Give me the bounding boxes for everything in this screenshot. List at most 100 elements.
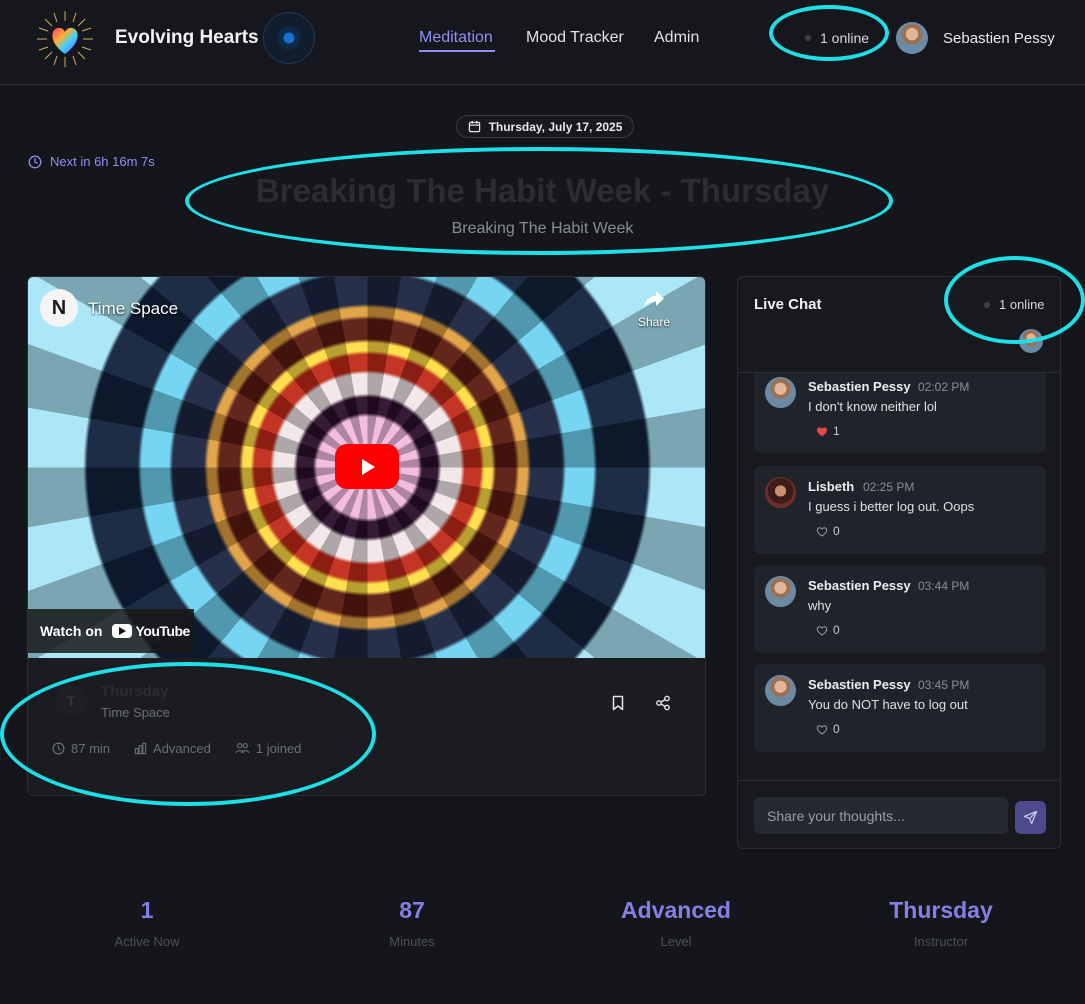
play-button[interactable]: [335, 444, 399, 489]
share-label: Share: [638, 315, 671, 329]
chat-title: Live Chat: [754, 296, 822, 313]
like-count: 0: [833, 623, 840, 637]
online-user-avatar[interactable]: [1019, 329, 1043, 353]
instructor-avatar: T: [55, 685, 87, 717]
send-button[interactable]: [1015, 801, 1046, 834]
status-dot-icon: [984, 301, 990, 308]
chat-message: Sebastien Pessy 03:44 PM why 0: [754, 565, 1046, 653]
chat-composer: [738, 780, 1060, 848]
like-button[interactable]: 0: [816, 524, 840, 538]
live-chat-panel: Live Chat 1 online Sebastien Pessy 02:02…: [737, 276, 1061, 849]
like-button[interactable]: 1: [816, 424, 840, 438]
video-share-button[interactable]: Share: [638, 289, 670, 329]
message-author[interactable]: Sebastien Pessy: [808, 677, 911, 692]
watch-on-youtube-link[interactable]: Watch on YouTube: [28, 609, 194, 653]
like-count: 0: [833, 524, 840, 538]
brand-name[interactable]: Evolving Hearts: [115, 27, 259, 49]
stat-value: Advanced: [621, 897, 731, 923]
clock-icon: [52, 742, 65, 755]
users-icon: [235, 743, 250, 754]
video-channel-name[interactable]: Time Space: [88, 299, 178, 319]
nav-meditation[interactable]: Meditation: [419, 29, 493, 47]
joined-text: 1 joined: [255, 741, 302, 756]
joined-stat: 1 joined: [235, 741, 302, 756]
watch-on-label: Watch on: [40, 623, 103, 639]
play-icon: [362, 458, 375, 475]
nav-active-underline: [419, 50, 495, 52]
heart-filled-icon: [816, 426, 828, 436]
status-dot-icon: [805, 35, 811, 41]
user-name[interactable]: Sebastien Pessy: [943, 30, 1055, 47]
stat-value: Thursday: [889, 897, 993, 923]
video-meta: T Thursday Time Space 87 min Advanced 1 …: [28, 658, 705, 795]
nav-mood-tracker[interactable]: Mood Tracker: [526, 29, 624, 47]
message-text: I don't know neither lol: [808, 399, 937, 414]
share-button[interactable]: [653, 693, 673, 713]
level-text: Advanced: [153, 741, 211, 756]
message-avatar[interactable]: [765, 675, 796, 706]
stat-label: Level: [660, 934, 692, 949]
stat-label: Instructor: [913, 934, 969, 949]
stat-value: 87: [399, 897, 425, 923]
live-pulse-icon: [263, 12, 315, 64]
chat-online-status: 1 online: [984, 297, 1045, 312]
heart-outline-icon: [816, 526, 828, 537]
message-time: 03:45 PM: [918, 678, 970, 692]
heart-logo-icon[interactable]: [35, 9, 95, 69]
message-author[interactable]: Lisbeth: [808, 479, 854, 494]
stat-label: Minutes: [389, 934, 435, 949]
video-card: N Time Space Share Watch on YouTube T Th…: [27, 276, 706, 796]
clock-icon: [28, 155, 42, 168]
user-avatar[interactable]: [896, 22, 928, 54]
stat-minutes: 87 Minutes: [302, 897, 522, 949]
message-time: 02:02 PM: [918, 380, 970, 394]
stat-instructor: Thursday Instructor: [831, 897, 1051, 949]
stat-active-now: 1 Active Now: [37, 897, 257, 949]
top-header: Evolving Hearts Meditation Mood Tracker …: [0, 0, 1085, 85]
message-text: why: [808, 598, 832, 613]
stat-value: 1: [140, 897, 154, 923]
message-author[interactable]: Sebastien Pessy: [808, 578, 911, 593]
bookmark-icon: [612, 695, 624, 711]
share-icon: [656, 695, 670, 711]
share-arrow-icon: [644, 291, 665, 308]
like-button[interactable]: 0: [816, 623, 840, 637]
chat-message: Sebastien Pessy 02:02 PM I don't know ne…: [754, 373, 1046, 453]
date-badge: Thursday, July 17, 2025: [456, 115, 634, 138]
bookmark-button[interactable]: [608, 693, 628, 713]
session-subtitle: Breaking The Habit Week: [451, 220, 634, 237]
chat-online-count: 1 online: [999, 297, 1045, 312]
video-channel: Time Space: [101, 705, 170, 720]
youtube-wordmark: YouTube: [135, 623, 190, 639]
date-text: Thursday, July 17, 2025: [488, 119, 623, 134]
duration-stat: 87 min: [52, 741, 110, 756]
session-title: Breaking The Habit Week - Thursday: [255, 172, 830, 209]
message-time: 03:44 PM: [918, 579, 970, 593]
youtube-video-player[interactable]: N Time Space Share Watch on YouTube: [28, 277, 705, 658]
message-avatar[interactable]: [765, 377, 796, 408]
like-count: 1: [833, 424, 840, 438]
message-text: I guess i better log out. Oops: [808, 499, 975, 514]
like-button[interactable]: 0: [816, 722, 840, 736]
level-stat: Advanced: [134, 741, 211, 756]
nav-admin[interactable]: Admin: [654, 29, 699, 47]
message-author[interactable]: Sebastien Pessy: [808, 379, 911, 394]
heart-outline-icon: [816, 625, 828, 636]
online-count: 1 online: [820, 30, 870, 46]
message-time: 02:25 PM: [863, 480, 915, 494]
countdown-text: Next in 6h 16m 7s: [50, 154, 155, 169]
channel-avatar[interactable]: N: [40, 289, 78, 327]
video-title: Thursday: [101, 683, 169, 700]
online-status: 1 online: [805, 30, 869, 46]
send-icon: [1023, 810, 1038, 825]
chat-message-input[interactable]: [754, 797, 1008, 834]
chat-header: Live Chat 1 online: [738, 277, 1060, 373]
message-avatar[interactable]: [765, 477, 796, 508]
youtube-logo-icon: YouTube: [112, 623, 190, 639]
chat-message: Lisbeth 02:25 PM I guess i better log ou…: [754, 466, 1046, 554]
bar-chart-icon: [134, 742, 147, 755]
message-avatar[interactable]: [765, 576, 796, 607]
duration-text: 87 min: [71, 741, 111, 756]
calendar-icon: [468, 120, 480, 133]
stat-level: Advanced Level: [566, 897, 786, 949]
